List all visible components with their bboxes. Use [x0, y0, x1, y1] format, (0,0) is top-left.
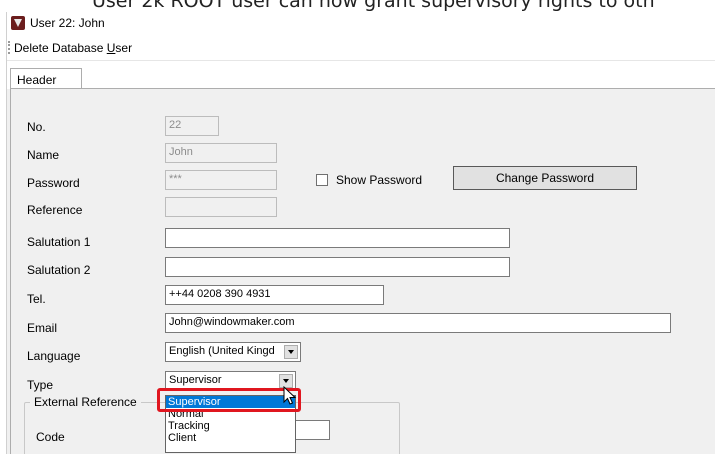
type-option-tracking[interactable]: Tracking [166, 420, 295, 432]
show-password-label: Show Password [336, 173, 423, 187]
language-chevron-down-icon[interactable] [284, 345, 298, 359]
tel-label: Tel. [27, 292, 46, 306]
salutation1-input[interactable] [165, 228, 510, 248]
tab-strip: Header [7, 61, 715, 90]
windowmaker-logo-icon [11, 16, 25, 30]
name-field: John [165, 143, 277, 163]
type-label: Type [27, 378, 54, 392]
reference-label: Reference [27, 203, 83, 217]
external-reference-title: External Reference [30, 395, 141, 409]
page-caption: User 2k ROOT user can now grant supervis… [92, 0, 655, 12]
window-title: User 22: John [30, 16, 105, 30]
no-label: No. [27, 120, 46, 134]
show-password-box[interactable] [316, 174, 328, 186]
salutation1-label: Salutation 1 [27, 235, 91, 249]
email-label: Email [27, 321, 58, 335]
code-input[interactable] [290, 420, 330, 440]
toolbar-grip[interactable] [8, 41, 10, 54]
pointer-arrow-icon [283, 386, 297, 405]
toolbar: Delete Database User [7, 34, 715, 61]
delete-button-suffix: ser [115, 41, 133, 55]
password-label: Password [27, 176, 80, 190]
delete-database-user-button[interactable]: Delete Database User [14, 41, 132, 55]
language-select[interactable]: English (United Kingd [165, 342, 301, 362]
no-field: 22 [165, 116, 219, 136]
password-field: *** [165, 170, 277, 190]
code-label: Code [36, 430, 65, 444]
tel-input[interactable]: ++44 0208 390 4931 [165, 285, 384, 305]
email-input[interactable]: John@windowmaker.com [165, 313, 671, 333]
type-select-value: Supervisor [169, 374, 222, 386]
language-label: Language [27, 349, 81, 363]
language-select-value: English (United Kingd [169, 345, 275, 357]
salutation2-label: Salutation 2 [27, 263, 91, 277]
titlebar: User 22: John [7, 12, 715, 34]
delete-button-prefix: Delete Database [14, 41, 107, 55]
reference-field [165, 197, 277, 217]
salutation2-input[interactable] [165, 257, 510, 277]
type-option-client[interactable]: Client [166, 432, 295, 444]
tab-header[interactable]: Header [10, 68, 82, 90]
name-label: Name [27, 148, 60, 162]
supervisor-highlight-annotation [157, 388, 301, 412]
change-password-button[interactable]: Change Password [453, 166, 637, 190]
